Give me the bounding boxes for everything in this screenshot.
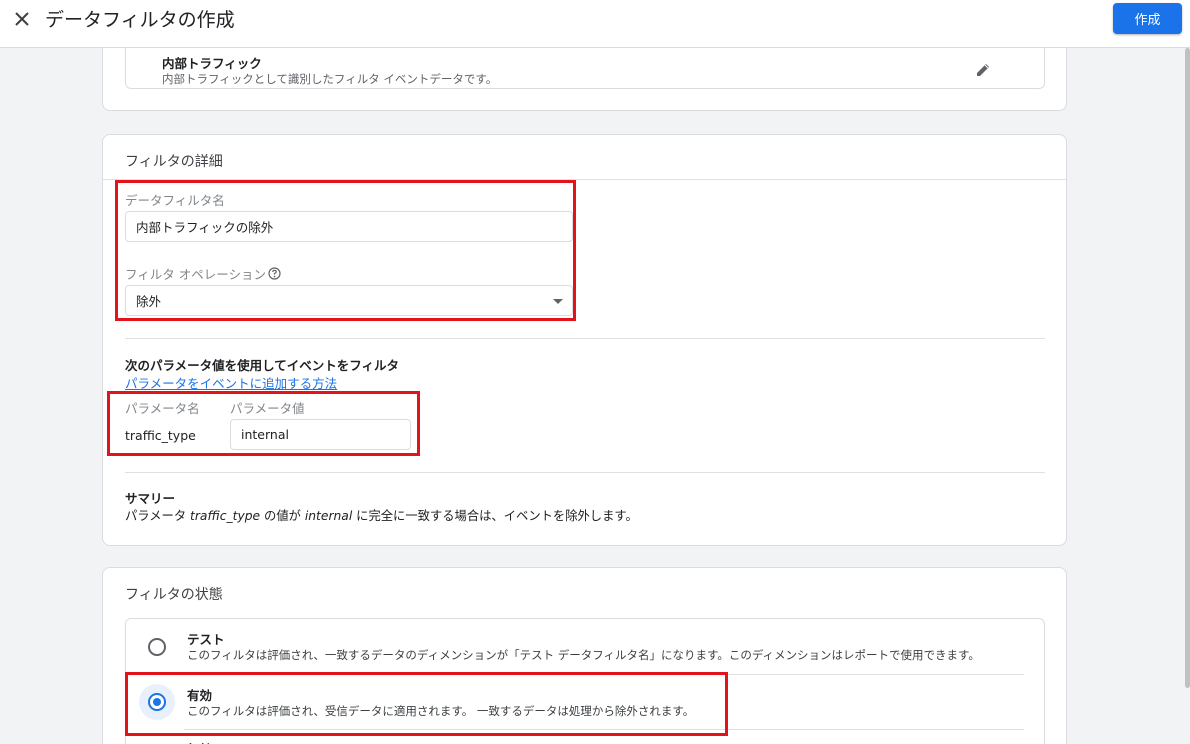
filter-state-title: フィルタの状態 xyxy=(125,587,223,603)
summary-value: internal xyxy=(304,509,353,523)
filter-type-name: 内部トラフィック xyxy=(162,56,262,71)
state-option-label: テスト xyxy=(187,632,225,647)
close-icon xyxy=(15,12,29,26)
highlight-parameter xyxy=(107,391,420,456)
summary-mid: の値が xyxy=(260,509,305,523)
top-app-bar: データフィルタの作成 作成 xyxy=(0,0,1190,48)
page-title: データフィルタの作成 xyxy=(45,9,235,31)
divider xyxy=(125,472,1045,473)
highlight-enabled-option xyxy=(125,672,728,736)
edit-pencil-icon[interactable] xyxy=(974,61,992,79)
summary-prefix: パラメータ xyxy=(125,509,191,523)
params-help-link[interactable]: パラメータをイベントに追加する方法 xyxy=(125,373,337,392)
filter-details-title: フィルタの詳細 xyxy=(125,154,223,170)
close-button[interactable] xyxy=(10,7,34,31)
create-button[interactable]: 作成 xyxy=(1113,3,1182,34)
summary-text: パラメータ traffic_type の値が internal に完全に一致する… xyxy=(125,506,638,524)
state-option-test[interactable]: テスト このフィルタは評価され、一致するデータのディメンションが「テスト データ… xyxy=(126,619,1044,674)
summary-suffix: に完全に一致する場合は、イベントを除外します。 xyxy=(352,509,638,523)
divider xyxy=(125,338,1045,339)
radio-test[interactable] xyxy=(148,638,166,656)
summary-heading: サマリー xyxy=(125,491,176,506)
summary-param: traffic_type xyxy=(190,509,261,523)
state-option-label: 無効 xyxy=(187,739,212,744)
params-heading: 次のパラメータ値を使用してイベントをフィルタ xyxy=(125,358,400,373)
scrollbar[interactable] xyxy=(1185,48,1190,688)
filter-type-description: 内部トラフィックとして識別したフィルタ イベントデータです。 xyxy=(162,72,498,86)
state-option-description: このフィルタは評価され、一致するデータのディメンションが「テスト データフィルタ… xyxy=(187,648,980,662)
highlight-name-operation xyxy=(115,180,576,321)
